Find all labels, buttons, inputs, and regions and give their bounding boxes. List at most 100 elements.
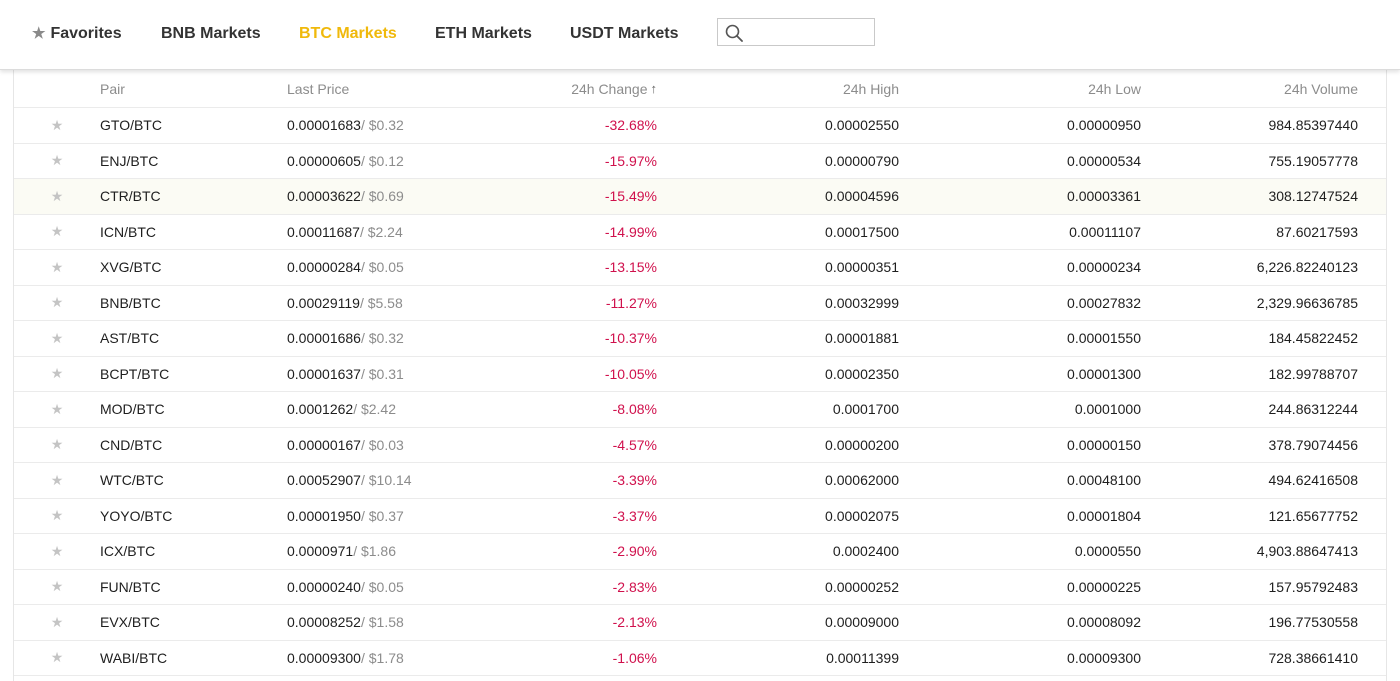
table-body: ★ GTO/BTC 0.00001683 / $0.32 -32.68% 0.0…	[14, 108, 1386, 676]
table-row[interactable]: ★ AST/BTC 0.00001686 / $0.32 -10.37% 0.0…	[14, 321, 1386, 357]
pair-cell: AST/BTC	[100, 330, 160, 347]
pair-cell: CTR/BTC	[100, 188, 161, 205]
header-24h-change-label: 24h Change	[571, 80, 648, 97]
last-price-btc: 0.00001637	[287, 365, 361, 382]
table-row[interactable]: ★ BNB/BTC 0.00029119 / $5.58 -11.27% 0.0…	[14, 286, 1386, 321]
favorite-star-icon[interactable]: ★	[49, 534, 65, 569]
table-row[interactable]: ★ YOYO/BTC 0.00001950 / $0.37 -3.37% 0.0…	[14, 499, 1386, 534]
header-24h-change[interactable]: 24h Change ↑	[571, 70, 657, 107]
last-price-usd: / $1.58	[360, 614, 404, 631]
tab-btc-markets[interactable]: BTC Markets	[299, 24, 397, 44]
last-price-usd: / $10.14	[360, 472, 412, 489]
pair-cell: GTO/BTC	[100, 117, 162, 134]
change-cell: -11.27%	[605, 294, 657, 311]
table-row[interactable]: ★ EVX/BTC 0.00008252 / $1.58 -2.13% 0.00…	[14, 605, 1386, 641]
header-24h-low[interactable]: 24h Low	[1088, 70, 1141, 107]
high-cell: 0.00001881	[825, 330, 899, 347]
high-cell: 0.00004596	[825, 188, 899, 205]
table-row[interactable]: ★ FUN/BTC 0.00000240 / $0.05 -2.83% 0.00…	[14, 570, 1386, 605]
favorite-star-icon[interactable]: ★	[49, 463, 65, 498]
favorite-star-icon[interactable]: ★	[49, 499, 65, 534]
table-row[interactable]: ★ ICX/BTC 0.0000971 / $1.86 -2.90% 0.000…	[14, 534, 1386, 570]
volume-cell: 728.38661410	[1268, 649, 1358, 666]
table-row[interactable]: ★ XVG/BTC 0.00000284 / $0.05 -13.15% 0.0…	[14, 250, 1386, 286]
tab-favorites-label: Favorites	[50, 25, 122, 42]
favorite-star-icon[interactable]: ★	[49, 108, 65, 143]
table-row[interactable]: ★ ENJ/BTC 0.00000605 / $0.12 -15.97% 0.0…	[14, 144, 1386, 179]
search-box[interactable]	[717, 18, 875, 46]
last-price-cell: 0.00029119 / $5.58	[287, 286, 403, 321]
favorite-star-icon[interactable]: ★	[49, 179, 65, 214]
volume-cell: 6,226.82240123	[1256, 259, 1358, 276]
change-cell: -32.68%	[604, 117, 657, 134]
table-row[interactable]: ★ CND/BTC 0.00000167 / $0.03 -4.57% 0.00…	[14, 428, 1386, 463]
high-cell: 0.00011399	[826, 649, 899, 666]
market-tabs-bar: ★ Favorites BNB Markets BTC Markets ETH M…	[0, 0, 1400, 70]
favorite-star-icon[interactable]: ★	[49, 286, 65, 321]
high-cell: 0.00002550	[825, 117, 899, 134]
table-row[interactable]: ★ MOD/BTC 0.0001262 / $2.42 -8.08% 0.000…	[14, 392, 1386, 428]
tab-eth-markets[interactable]: ETH Markets	[435, 24, 532, 44]
search-input[interactable]	[748, 21, 872, 45]
header-24h-high[interactable]: 24h High	[843, 70, 899, 107]
last-price-btc: 0.00029119	[287, 294, 360, 311]
table-row[interactable]: ★ GTO/BTC 0.00001683 / $0.32 -32.68% 0.0…	[14, 108, 1386, 144]
table-row[interactable]: ★ BCPT/BTC 0.00001637 / $0.31 -10.05% 0.…	[14, 357, 1386, 392]
last-price-usd: / $2.24	[359, 223, 403, 240]
table-row[interactable]: ★ CTR/BTC 0.00003622 / $0.69 -15.49% 0.0…	[14, 179, 1386, 215]
high-cell: 0.00032999	[825, 294, 899, 311]
change-cell: -15.97%	[604, 152, 657, 169]
last-price-btc: 0.00011687	[287, 223, 360, 240]
last-price-usd: / $0.03	[360, 436, 404, 453]
favorite-star-icon[interactable]: ★	[49, 605, 65, 640]
favorite-star-icon[interactable]: ★	[49, 392, 65, 427]
low-cell: 0.00000225	[1067, 578, 1141, 595]
last-price-cell: 0.00003622 / $0.69	[287, 179, 404, 214]
favorite-star-icon[interactable]: ★	[49, 321, 65, 356]
low-cell: 0.00000234	[1067, 259, 1141, 276]
search-icon	[725, 24, 743, 42]
change-cell: -2.83%	[612, 578, 657, 595]
header-24h-volume[interactable]: 24h Volume	[1284, 70, 1358, 107]
table-row[interactable]: ★ ICN/BTC 0.00011687 / $2.24 -14.99% 0.0…	[14, 215, 1386, 250]
high-cell: 0.00000200	[825, 436, 899, 453]
favorite-star-icon[interactable]: ★	[49, 570, 65, 605]
last-price-btc: 0.00000605	[287, 152, 361, 169]
favorite-star-icon[interactable]: ★	[49, 357, 65, 392]
header-last-price[interactable]: Last Price	[287, 70, 349, 107]
last-price-btc: 0.00009300	[287, 649, 361, 666]
table-row[interactable]: ★ WABI/BTC 0.00009300 / $1.78 -1.06% 0.0…	[14, 641, 1386, 676]
volume-cell: 121.65677752	[1268, 507, 1358, 524]
tab-usdt-markets[interactable]: USDT Markets	[570, 24, 678, 44]
volume-cell: 87.60217593	[1276, 223, 1358, 240]
last-price-usd: / $0.12	[360, 152, 404, 169]
low-cell: 0.00003361	[1067, 188, 1141, 205]
low-cell: 0.00000950	[1067, 117, 1141, 134]
tab-favorites[interactable]: ★ Favorites	[32, 24, 122, 44]
tab-bnb-markets[interactable]: BNB Markets	[161, 24, 261, 44]
header-pair[interactable]: Pair	[100, 70, 125, 107]
last-price-cell: 0.00000284 / $0.05	[287, 250, 404, 285]
low-cell: 0.00048100	[1067, 472, 1141, 489]
volume-cell: 157.95792483	[1268, 578, 1358, 595]
favorite-star-icon[interactable]: ★	[49, 215, 65, 250]
change-cell: -3.37%	[612, 507, 657, 524]
favorite-star-icon[interactable]: ★	[49, 641, 65, 676]
table-row[interactable]: ★ WTC/BTC 0.00052907 / $10.14 -3.39% 0.0…	[14, 463, 1386, 499]
pair-cell: ICX/BTC	[100, 543, 156, 560]
pair-cell: BCPT/BTC	[100, 365, 170, 382]
favorite-star-icon[interactable]: ★	[49, 250, 65, 285]
favorite-star-icon[interactable]: ★	[49, 144, 65, 179]
change-cell: -8.08%	[612, 401, 657, 418]
change-cell: -14.99%	[604, 223, 657, 240]
high-cell: 0.00002075	[825, 507, 899, 524]
last-price-cell: 0.00009300 / $1.78	[287, 641, 404, 676]
high-cell: 0.0002400	[832, 543, 899, 560]
last-price-btc: 0.00001686	[287, 330, 361, 347]
last-price-usd: / $5.58	[359, 294, 403, 311]
change-cell: -15.49%	[604, 188, 657, 205]
favorite-star-icon[interactable]: ★	[49, 428, 65, 463]
pair-cell: EVX/BTC	[100, 614, 160, 631]
change-cell: -2.90%	[612, 543, 657, 560]
last-price-cell: 0.00052907 / $10.14	[287, 463, 412, 498]
